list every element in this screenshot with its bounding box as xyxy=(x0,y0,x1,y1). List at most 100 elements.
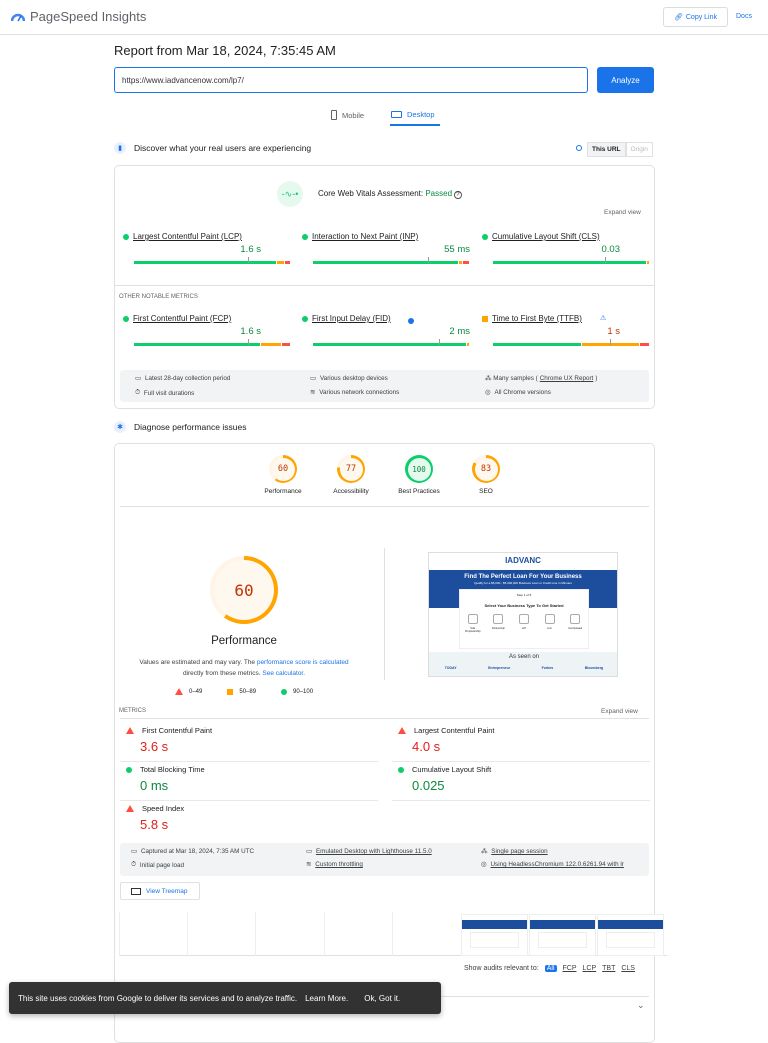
learn-more-link[interactable]: Learn More. xyxy=(305,994,348,1003)
divider xyxy=(120,761,378,762)
app-logo[interactable]: PageSpeed Insights xyxy=(11,9,146,24)
metrics-expand-view[interactable]: Expand view xyxy=(601,708,638,715)
percentile-marker xyxy=(247,339,249,345)
metric-label-row: Total Blocking Time xyxy=(126,765,378,774)
info-link[interactable]: Custom throttling xyxy=(315,861,363,868)
screenshot-sub: Qualify for a $5,000 - $5,000,000 Busine… xyxy=(474,581,572,585)
screenshot-question: Select Your Business Type To Get Started xyxy=(484,603,564,608)
field-metric-label[interactable]: First Input Delay (FID) xyxy=(302,314,391,323)
diagnose-heading: ✱ Diagnose performance issues xyxy=(114,421,246,433)
score-gauge-performance[interactable]: 60 Performance xyxy=(248,455,318,495)
this-url-toggle[interactable]: This URL xyxy=(587,142,626,157)
score-gauge-seo[interactable]: 83 SEO xyxy=(451,455,521,495)
ok-got-it-button[interactable]: Ok, Got it. xyxy=(364,994,400,1003)
average-square-icon xyxy=(482,315,488,322)
divider xyxy=(392,761,650,762)
frame-banner xyxy=(462,920,527,929)
lab-metric[interactable]: Speed Index 5.8 s xyxy=(126,804,378,832)
docs-link[interactable]: Docs xyxy=(736,13,752,20)
score-calculated-link[interactable]: performance score is calculated xyxy=(257,659,349,666)
field-metric-label[interactable]: Cumulative Layout Shift (CLS) xyxy=(482,232,600,241)
captured-at: ▭ Captured at Mar 18, 2024, 7:35 AM UTC xyxy=(131,848,254,855)
pagespeed-logo-icon xyxy=(11,13,25,22)
good-dot-icon xyxy=(302,315,308,322)
score-gauge-accessibility[interactable]: 77 Accessibility xyxy=(316,455,386,495)
screenshot-option: Incorporated xyxy=(565,614,585,633)
tab-mobile[interactable]: Mobile xyxy=(331,110,364,120)
lab-metric[interactable]: Total Blocking Time 0 ms xyxy=(126,765,378,793)
screenshot-option: LLP xyxy=(514,614,534,633)
url-input[interactable] xyxy=(114,67,588,93)
info-link[interactable]: Using HeadlessChromium 122.0.6261.94 wit… xyxy=(491,861,624,868)
final-screenshot[interactable]: IADVANC Find The Perfect Loan For Your B… xyxy=(428,552,618,677)
url-origin-toggle: This URL Origin xyxy=(587,142,653,157)
info-link[interactable]: Emulated Desktop with Lighthouse 11.5.0 xyxy=(316,848,432,855)
audit-filter-tbt[interactable]: TBT xyxy=(602,965,615,972)
square-icon xyxy=(227,688,234,695)
field-metric-label[interactable]: Time to First Byte (TTFB) xyxy=(482,314,582,323)
good-dot-icon xyxy=(302,233,308,240)
tab-label: Desktop xyxy=(407,110,435,119)
metric-name: Largest Contentful Paint (LCP) xyxy=(133,232,242,241)
metric-name: First Contentful Paint xyxy=(142,726,213,735)
filmstrip-frame[interactable] xyxy=(597,914,664,956)
circle-icon xyxy=(281,688,288,695)
devices-icon: ▭ xyxy=(306,848,312,855)
copy-link-button[interactable]: 🔗︎ Copy Link xyxy=(663,7,728,27)
network: ≋ Various network connections xyxy=(310,389,399,396)
analyze-button[interactable]: Analyze xyxy=(597,67,654,93)
metric-value: 3.6 s xyxy=(140,739,169,754)
info-icon[interactable] xyxy=(408,318,414,324)
metric-label-row: Speed Index xyxy=(126,804,378,813)
tab-desktop[interactable]: Desktop xyxy=(391,110,435,119)
option-label: Partnership xyxy=(491,627,505,630)
option-label: LLP xyxy=(521,627,527,630)
view-treemap-button[interactable]: View Treemap xyxy=(120,882,200,900)
lab-metric[interactable]: Largest Contentful Paint 4.0 s xyxy=(398,726,650,754)
single-session: ⁂ Single page session xyxy=(481,848,548,855)
filmstrip-frame[interactable] xyxy=(529,914,596,956)
audit-filter-cls[interactable]: CLS xyxy=(621,965,635,972)
experimental-icon[interactable]: ⚠︎ xyxy=(600,314,606,322)
metric-name: First Input Delay (FID) xyxy=(312,314,391,323)
audit-filter-lcp[interactable]: LCP xyxy=(583,965,597,972)
other-metrics-heading: OTHER NOTABLE METRICS xyxy=(119,294,198,300)
frame-banner xyxy=(598,920,663,929)
origin-toggle[interactable]: Origin xyxy=(625,142,653,157)
filmstrip-frame[interactable] xyxy=(461,914,528,956)
audit-filter-label: Show audits relevant to: xyxy=(464,965,539,972)
calculator-link[interactable]: See calculator. xyxy=(262,670,305,677)
expand-view-link[interactable]: Expand view xyxy=(604,209,641,216)
cookie-banner: This site uses cookies from Google to de… xyxy=(9,982,441,1014)
chevron-down-icon[interactable]: ⌄ xyxy=(637,1000,645,1011)
app-title: PageSpeed Insights xyxy=(30,9,147,24)
legend-text: 90–100 xyxy=(293,688,314,695)
lab-metric[interactable]: First Contentful Paint 3.6 s xyxy=(126,726,378,754)
poor-segment xyxy=(285,261,290,264)
lab-metric[interactable]: Cumulative Layout Shift 0.025 xyxy=(398,765,650,793)
score-label: Performance xyxy=(264,488,302,495)
filmstrip-frame-divider xyxy=(187,912,188,956)
good-dot-icon xyxy=(482,233,488,240)
audit-filter-fcp[interactable]: FCP xyxy=(563,965,577,972)
option-icon xyxy=(467,614,478,624)
poor-triangle-icon xyxy=(126,727,134,734)
help-icon[interactable]: ? xyxy=(454,191,462,199)
info-text: Captured at Mar 18, 2024, 7:35 AM UTC xyxy=(140,848,255,855)
metric-name: Cumulative Layout Shift (CLS) xyxy=(492,232,600,241)
screenshot-option: Sole Proprietorship xyxy=(463,614,483,633)
divider xyxy=(120,506,649,507)
info-link[interactable]: Single page session xyxy=(491,848,547,855)
score-gauge-best-practices[interactable]: 100 Best Practices xyxy=(384,455,454,495)
metric-value: 1.6 s xyxy=(240,244,261,255)
metric-value: 0 ms xyxy=(140,778,169,793)
field-metric-label[interactable]: First Contentful Paint (FCP) xyxy=(123,314,231,323)
field-metric-label[interactable]: Largest Contentful Paint (LCP) xyxy=(123,232,242,241)
distribution-bar xyxy=(313,257,469,264)
field-metric-label[interactable]: Interaction to Next Paint (INP) xyxy=(302,232,418,241)
info-icon[interactable] xyxy=(576,145,582,151)
frame-form xyxy=(606,932,655,948)
audit-filter-all[interactable]: All xyxy=(544,965,557,972)
metric-label-row: First Contentful Paint xyxy=(126,726,378,735)
crux-report-link[interactable]: Chrome UX Report xyxy=(540,375,594,382)
